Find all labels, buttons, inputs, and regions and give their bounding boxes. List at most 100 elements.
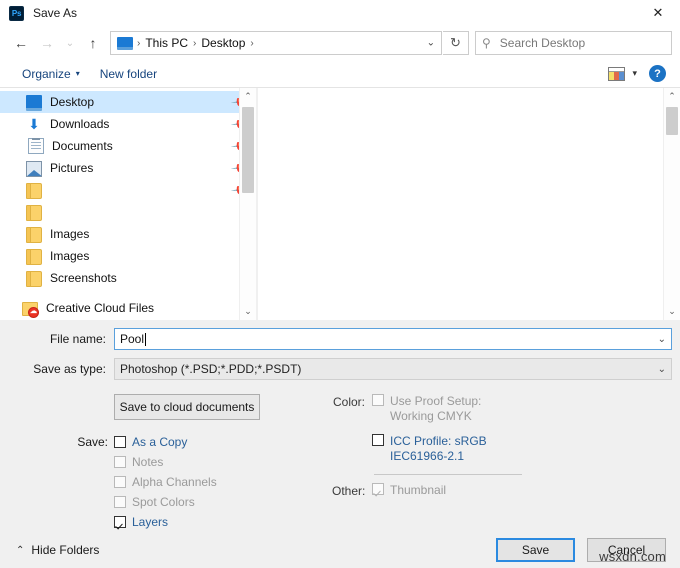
scroll-down-icon[interactable]: ⌄ bbox=[240, 303, 256, 320]
filetype-row: Save as type: Photoshop (*.PSD;*.PDD;*.P… bbox=[0, 358, 680, 380]
icc-profile-label: ICC Profile: sRGB bbox=[390, 434, 487, 448]
color-options-column: Color: Use Proof Setup: Working CMYK ICC… bbox=[330, 394, 680, 530]
sidebar-item-images-2[interactable]: Images bbox=[0, 245, 256, 267]
cancel-button[interactable]: Cancel bbox=[587, 538, 666, 562]
save-options-column: Save to cloud documents Save: As a Copy … bbox=[0, 394, 330, 530]
spot-colors-label: Spot Colors bbox=[132, 494, 195, 509]
layers-checkbox[interactable] bbox=[114, 515, 126, 528]
checkbox-row-as-a-copy[interactable]: As a Copy bbox=[114, 433, 217, 450]
sidebar-item-label: Images bbox=[50, 249, 90, 263]
desktop-icon bbox=[117, 36, 133, 50]
as-a-copy-checkbox[interactable] bbox=[114, 435, 126, 448]
checkbox-row-layers[interactable]: Layers bbox=[114, 513, 217, 530]
recent-locations-icon[interactable]: ⌄ bbox=[60, 30, 80, 56]
checkbox-row-icc-profile[interactable]: ICC Profile: sRGB bbox=[372, 434, 680, 448]
new-folder-button[interactable]: New folder bbox=[90, 67, 167, 81]
sidebar-item-label: Desktop bbox=[50, 95, 95, 109]
folder-icon bbox=[26, 227, 42, 243]
sidebar-item-documents[interactable]: Documents 📌 bbox=[0, 135, 256, 157]
navigation-pane-scrollbar[interactable]: ⌃ ⌄ bbox=[239, 88, 256, 320]
organize-label: Organize bbox=[22, 66, 71, 81]
dialog-footer: ⌃ Hide Folders Save Cancel wsxdn.com bbox=[0, 532, 680, 568]
scroll-down-icon[interactable]: ⌄ bbox=[664, 303, 680, 320]
filetype-select[interactable]: Photoshop (*.PSD;*.PDD;*.PSDT) ⌄ bbox=[114, 358, 672, 380]
sidebar-item-label: Downloads bbox=[50, 117, 110, 131]
pictures-icon bbox=[26, 161, 42, 177]
forward-icon[interactable]: → bbox=[34, 30, 60, 56]
proof-setup-value: Working CMYK bbox=[390, 409, 472, 423]
sidebar-item-pictures[interactable]: Pictures 📌 bbox=[0, 157, 256, 179]
color-group-label: Color: bbox=[332, 395, 365, 409]
search-input[interactable] bbox=[497, 35, 665, 51]
search-box[interactable]: ⚲ bbox=[475, 31, 672, 55]
chevron-down-icon[interactable]: ⌄ bbox=[658, 334, 666, 345]
sidebar-item-label: Creative Cloud Files bbox=[46, 301, 155, 315]
chevron-down-icon[interactable]: ⌄ bbox=[658, 364, 666, 375]
file-list-pane[interactable]: ⌃ ⌄ bbox=[258, 88, 680, 320]
filename-row: File name: Pool ⌄ bbox=[0, 328, 680, 350]
save-button[interactable]: Save bbox=[496, 538, 575, 562]
sidebar-item-creative-cloud-files[interactable]: ☁ Creative Cloud Files bbox=[0, 297, 256, 319]
hide-folders-label: Hide Folders bbox=[31, 543, 100, 557]
download-icon: ⬇ bbox=[28, 116, 40, 132]
command-bar: Organize ▾ New folder ▾ ? bbox=[0, 60, 680, 88]
sidebar-item-desktop[interactable]: Desktop 📌 bbox=[0, 91, 256, 113]
refresh-icon[interactable]: ↻ bbox=[443, 31, 469, 55]
navigation-pane: Desktop 📌 ⬇ Downloads 📌 Documents 📌 Pict… bbox=[0, 88, 256, 320]
title-bar: Ps Save As ✕ bbox=[0, 0, 680, 26]
view-layout-icon[interactable] bbox=[608, 66, 626, 81]
up-icon[interactable]: ↑ bbox=[80, 30, 106, 56]
breadcrumb-desktop[interactable]: Desktop bbox=[197, 32, 249, 54]
chevron-down-icon: ▾ bbox=[75, 69, 80, 78]
sidebar-item-label: Pictures bbox=[50, 161, 94, 175]
checkbox-row-notes: Notes bbox=[114, 453, 217, 470]
file-pane-scrollbar[interactable]: ⌃ ⌄ bbox=[663, 88, 680, 320]
scrollbar-thumb[interactable] bbox=[666, 107, 678, 135]
cc-badge-label: ☁ bbox=[30, 308, 37, 315]
chevron-down-icon[interactable]: ⌄ bbox=[427, 38, 435, 49]
filetype-label: Save as type: bbox=[33, 362, 106, 376]
filetype-value: Photoshop (*.PSD;*.PDD;*.PSDT) bbox=[120, 362, 302, 376]
icc-profile-value: IEC61966-2.1 bbox=[390, 449, 465, 463]
save-options-region: File name: Pool ⌄ Save as type: Photosho… bbox=[0, 320, 680, 540]
close-icon[interactable]: ✕ bbox=[636, 0, 680, 26]
sidebar-item-folder-unnamed-1[interactable]: 📌 bbox=[0, 179, 256, 201]
save-to-cloud-documents-button[interactable]: Save to cloud documents bbox=[114, 394, 260, 420]
desktop-icon bbox=[26, 95, 42, 111]
scroll-up-icon[interactable]: ⌃ bbox=[240, 88, 256, 105]
save-group-label: Save: bbox=[77, 435, 108, 449]
folder-icon bbox=[26, 271, 42, 287]
navigation-list: Desktop 📌 ⬇ Downloads 📌 Documents 📌 Pict… bbox=[0, 88, 256, 319]
sidebar-item-downloads[interactable]: ⬇ Downloads 📌 bbox=[0, 113, 256, 135]
sidebar-item-screenshots[interactable]: Screenshots bbox=[0, 267, 256, 289]
help-icon[interactable]: ? bbox=[649, 65, 666, 82]
search-icon: ⚲ bbox=[482, 36, 491, 50]
icc-profile-checkbox[interactable] bbox=[372, 434, 384, 446]
breadcrumb-this-pc[interactable]: This PC bbox=[141, 32, 192, 54]
color-group: Color: Use Proof Setup: Working CMYK ICC… bbox=[332, 394, 680, 483]
scroll-up-icon[interactable]: ⌃ bbox=[664, 88, 680, 105]
creative-cloud-folder-icon: ☁ bbox=[22, 300, 39, 318]
as-a-copy-label: As a Copy bbox=[132, 434, 188, 449]
checkbox-row-use-proof-setup: Use Proof Setup: bbox=[372, 394, 680, 408]
scrollbar-thumb[interactable] bbox=[242, 107, 254, 193]
organize-button[interactable]: Organize ▾ bbox=[12, 67, 90, 81]
window-title: Save As bbox=[33, 6, 78, 20]
notes-label: Notes bbox=[132, 454, 164, 469]
use-proof-setup-checkbox bbox=[372, 394, 384, 406]
other-group-label: Other: bbox=[332, 484, 366, 498]
chevron-down-icon[interactable]: ▾ bbox=[632, 68, 637, 79]
filename-input[interactable]: Pool ⌄ bbox=[114, 328, 672, 350]
notes-checkbox bbox=[114, 455, 126, 468]
sidebar-item-label: Documents bbox=[52, 139, 113, 153]
back-icon[interactable]: ← bbox=[8, 30, 34, 56]
photoshop-icon: Ps bbox=[9, 5, 24, 21]
filename-label: File name: bbox=[49, 332, 106, 346]
address-bar[interactable]: › This PC › Desktop › ⌄ bbox=[110, 31, 442, 55]
sidebar-item-images-1[interactable]: Images bbox=[0, 223, 256, 245]
hide-folders-button[interactable]: ⌃ Hide Folders bbox=[16, 543, 99, 557]
filename-value: Pool bbox=[120, 332, 145, 346]
options-area: Save to cloud documents Save: As a Copy … bbox=[0, 394, 680, 530]
sidebar-item-folder-unnamed-2[interactable] bbox=[0, 201, 256, 223]
sidebar-item-label: Screenshots bbox=[50, 271, 117, 285]
